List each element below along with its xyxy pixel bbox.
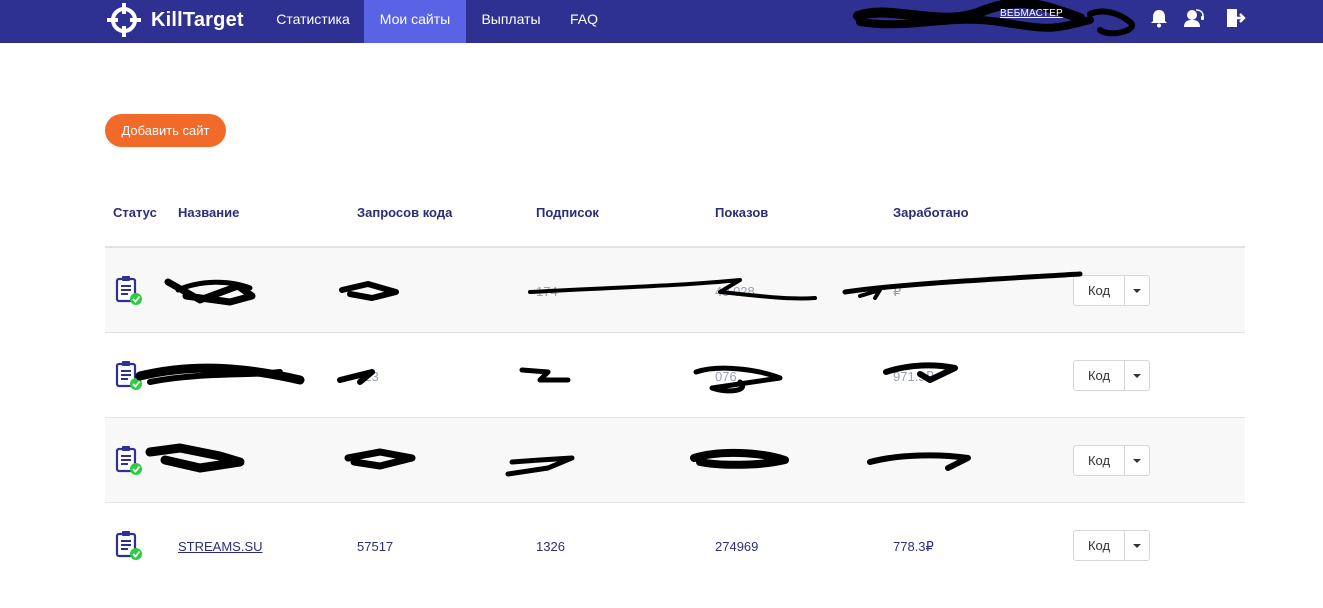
bell-icon[interactable] [1148,7,1170,29]
top-navbar: KillTarget Статистика Мои сайты Выплаты … [0,0,1323,43]
column-header-status: Статус [113,205,157,220]
views-value: 076 [715,369,737,384]
earned-value: 778.3₽ [893,539,934,554]
code-button-group: Код [1073,445,1150,476]
views-value: 40 028 [715,284,755,299]
requests-value: 57517 [357,539,394,554]
chevron-down-icon[interactable] [1125,276,1149,305]
code-button[interactable]: Код [1074,446,1125,475]
logout-icon[interactable] [1224,7,1246,29]
support-icon[interactable] [1183,7,1205,29]
nav-item-payouts[interactable]: Выплаты [466,0,556,43]
subscriptions-value: 174 [536,284,558,299]
table-row: 174 40 028 ₽ Код [105,248,1245,333]
clipboard-check-icon [115,531,142,560]
add-site-button[interactable]: Добавить сайт [105,114,226,147]
brand-name: KillTarget [151,8,244,31]
table-row: STREAMS.SU 57517 1326 274969 778.3₽ Код [105,503,1245,588]
chevron-down-icon[interactable] [1125,361,1149,390]
nav-item-my-sites[interactable]: Мои сайты [364,0,466,43]
code-button[interactable]: Код [1074,276,1125,305]
table-row: Код [105,418,1245,503]
role-link-webmaster[interactable]: ВЕБМАСТЕР [1000,8,1063,19]
chevron-down-icon[interactable] [1125,446,1149,475]
redacted-username-scribble [853,0,1135,37]
column-header-name[interactable]: Название [178,205,239,220]
brand-logo[interactable]: KillTarget [106,0,244,40]
column-header-earned[interactable]: Заработано [893,205,969,220]
column-header-requests[interactable]: Запросов кода [357,205,452,220]
code-button[interactable]: Код [1074,361,1125,390]
views-value: 274969 [715,539,759,554]
site-name-link[interactable]: STREAMS.SU [178,539,263,554]
crosshair-icon [107,3,141,37]
clipboard-check-icon [115,446,142,475]
nav-item-statistics[interactable]: Статистика [262,0,364,43]
code-button-group: Код [1073,275,1150,306]
subscriptions-value: 1326 [536,539,565,554]
code-button[interactable]: Код [1074,531,1125,560]
earned-value: 971.9₽ [893,369,934,384]
nav-item-faq[interactable]: FAQ [556,0,612,43]
chevron-down-icon[interactable] [1125,531,1149,560]
clipboard-check-icon [115,276,142,305]
code-button-group: Код [1073,360,1150,391]
column-header-subscriptions[interactable]: Подписок [536,205,599,220]
table-row: 223 076 971.9₽ Код [105,333,1245,418]
column-header-views[interactable]: Показов [715,205,768,220]
clipboard-check-icon [115,361,142,390]
requests-value: 223 [357,369,379,384]
earned-value: ₽ [893,284,902,299]
code-button-group: Код [1073,530,1150,561]
